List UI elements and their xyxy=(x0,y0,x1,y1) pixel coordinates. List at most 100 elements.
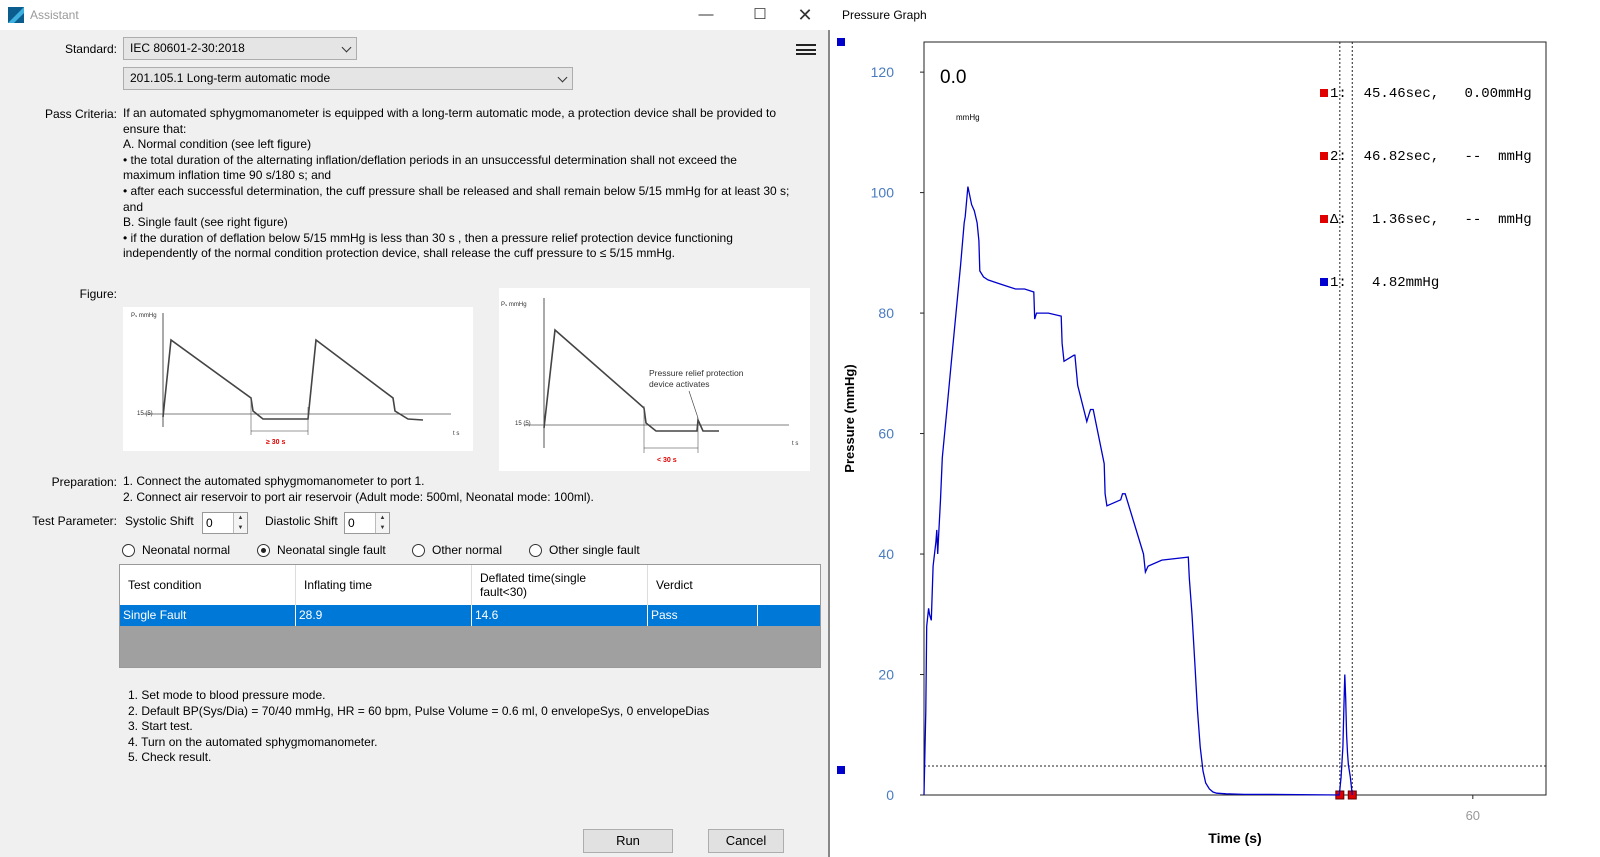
cursor-time: 4.82mmHg xyxy=(1363,275,1440,291)
fig-y-label: Pₛ mmHg xyxy=(131,313,157,319)
cursor-time: 45.46sec, xyxy=(1363,86,1440,102)
criteria-line: • the total duration of the alternating … xyxy=(123,152,737,167)
chevron-down-icon xyxy=(341,42,352,53)
preparation-line: 1. Connect the automated sphygmomanomete… xyxy=(123,474,425,488)
fig-interval-label: < 30 s xyxy=(657,457,677,464)
close-button[interactable]: ✕ xyxy=(793,4,817,26)
window-title: Assistant xyxy=(30,8,79,22)
radio-circle[interactable] xyxy=(529,544,542,557)
cursor-time: 1.36sec, xyxy=(1363,212,1440,228)
preparation-label: Preparation: xyxy=(51,475,117,489)
table-header: Test condition Inflating time Deflated t… xyxy=(120,565,820,605)
cursor-marker: 1: xyxy=(1330,86,1347,102)
systolic-shift-value: 0 xyxy=(206,516,213,530)
cursor-marker: Δ: xyxy=(1330,212,1347,228)
cell-test-condition: Single Fault xyxy=(120,605,296,626)
test-parameter-label: Test Parameter: xyxy=(32,514,117,528)
fig-level-label: 15 (5) xyxy=(137,411,153,417)
pressure-graph-window: Pressure Graph 0 20 40 60 80 100 120 60 Time (s)… xyxy=(832,0,1600,857)
criteria-line: A. Normal condition (see left figure) xyxy=(123,137,312,152)
standard-select-value: IEC 80601-2-30:2018 xyxy=(130,41,245,55)
clause-select-value: 201.105.1 Long-term automatic mode xyxy=(130,71,331,85)
column-header-deflated-time[interactable]: Deflated time(single fault<30) xyxy=(472,565,648,605)
column-header-deflated-line: Deflated time(single xyxy=(480,571,587,585)
column-header-verdict[interactable]: Verdict xyxy=(648,565,820,605)
criteria-line: maximum inflation time 90 s/180 s; and xyxy=(123,168,332,183)
fig-annotation: Pressure relief protection xyxy=(649,368,744,378)
cursor-marker: 2: xyxy=(1330,149,1347,165)
column-header-inflating-time[interactable]: Inflating time xyxy=(296,565,472,605)
figure-normal-svg: Pₛ mmHg 15 (5) ≥ 30 s t s xyxy=(131,313,459,446)
maximize-button[interactable]: ☐ xyxy=(748,4,772,26)
cell-deflated-time: 14.6 xyxy=(472,605,648,626)
criteria-line: and xyxy=(123,199,144,214)
x-axis-label: Time (s) xyxy=(1208,830,1261,846)
instruction-line: 1. Set mode to blood pressure mode. xyxy=(128,688,326,702)
clause-select[interactable]: 201.105.1 Long-term automatic mode xyxy=(123,67,573,90)
instruction-line: 2. Default BP(Sys/Dia) = 70/40 mmHg, HR … xyxy=(128,703,710,718)
red-square-icon xyxy=(1320,215,1328,223)
preparation-line: 2. Connect air reservoir to port air res… xyxy=(123,489,594,504)
y-tick-label: 80 xyxy=(878,305,894,321)
fig-level-label: 15 (5) xyxy=(515,421,531,427)
cursor-marker: 1: xyxy=(1330,275,1347,291)
spinner-arrows-icon[interactable]: ▲ ▼ xyxy=(233,513,247,533)
figure-single-fault-svg: Pₛ mmHg 15 (5) < 30 s Pressure relief pr… xyxy=(501,298,798,464)
minimize-button[interactable]: — xyxy=(694,4,718,26)
instruction-line: 4. Turn on the automated sphygmomanomete… xyxy=(128,734,378,749)
y-tick-label: 20 xyxy=(878,667,894,683)
fig-interval-label: ≥ 30 s xyxy=(266,439,286,446)
radio-circle[interactable] xyxy=(122,544,135,557)
cursor-readout-row: 1: 45.46sec, 0.00mmHg xyxy=(1320,84,1532,105)
cell-inflating-time: 28.9 xyxy=(296,605,472,626)
cursor-readout-row: 1: 4.82mmHg xyxy=(1320,273,1532,294)
table-row[interactable]: Single Fault 28.9 14.6 Pass xyxy=(120,605,820,626)
radio-label: Neonatal normal xyxy=(142,543,231,557)
column-header-test-condition[interactable]: Test condition xyxy=(120,565,296,605)
diastolic-shift-spinner[interactable]: 0 ▲ ▼ xyxy=(344,512,390,534)
instructions-text: 1. Set mode to blood pressure mode. 2. D… xyxy=(128,688,709,766)
chevron-down-icon xyxy=(557,72,568,83)
cursor-readout: 1: 45.46sec, 0.00mmHg 2: 46.82sec, -- mm… xyxy=(1320,42,1532,336)
blue-marker xyxy=(837,38,845,46)
systolic-shift-label: Systolic Shift xyxy=(125,514,194,528)
fig-annotation: device activates xyxy=(649,379,709,389)
spinner-arrows-icon[interactable]: ▲ ▼ xyxy=(375,513,389,533)
results-table: Test condition Inflating time Deflated t… xyxy=(119,564,821,668)
assistant-titlebar[interactable]: Assistant — ☐ ✕ xyxy=(0,0,830,30)
pressure-series-line xyxy=(923,186,1353,796)
fig-y-label: Pₛ mmHg xyxy=(501,302,527,308)
diastolic-shift-label: Diastolic Shift xyxy=(265,514,338,528)
fig-t-label: t s xyxy=(792,441,798,447)
criteria-line: If an automated sphygmomanometer is equi… xyxy=(123,106,777,120)
menu-icon[interactable] xyxy=(796,44,816,56)
cursor-time: 46.82sec, xyxy=(1363,149,1440,165)
criteria-line: B. Single fault (see right figure) xyxy=(123,215,288,230)
current-pressure-unit: mmHg xyxy=(956,113,980,122)
blue-marker xyxy=(837,766,845,774)
cursor-value: -- mmHg xyxy=(1464,149,1532,165)
systolic-shift-spinner[interactable]: 0 ▲ ▼ xyxy=(202,512,248,534)
y-tick-label: 40 xyxy=(878,546,894,562)
preparation-text: 1. Connect the automated sphygmomanomete… xyxy=(123,474,594,505)
radio-label: Other normal xyxy=(432,543,503,557)
standard-label: Standard: xyxy=(64,42,117,56)
run-button[interactable]: Run xyxy=(583,829,673,853)
cursor-value: -- mmHg xyxy=(1464,212,1532,228)
x-tick-label: 60 xyxy=(1466,808,1480,823)
radio-circle[interactable] xyxy=(412,544,425,557)
standard-select[interactable]: IEC 80601-2-30:2018 xyxy=(123,37,357,60)
cancel-button[interactable]: Cancel xyxy=(708,829,784,853)
radio-circle[interactable] xyxy=(257,544,270,557)
criteria-line: • after each successful determination, t… xyxy=(123,183,790,198)
y-tick-label: 100 xyxy=(871,185,895,201)
pass-criteria-label: Pass Criteria: xyxy=(44,107,117,121)
current-pressure-value: 0.0 xyxy=(940,67,966,88)
red-square-icon xyxy=(1320,89,1328,97)
blue-square-icon xyxy=(1320,278,1328,286)
criteria-line: ensure that: xyxy=(123,121,187,136)
red-square-icon xyxy=(1320,152,1328,160)
criteria-line: independently of the normal condition pr… xyxy=(123,246,676,261)
cell-verdict: Pass xyxy=(648,605,758,626)
y-tick-label: 120 xyxy=(871,64,895,80)
